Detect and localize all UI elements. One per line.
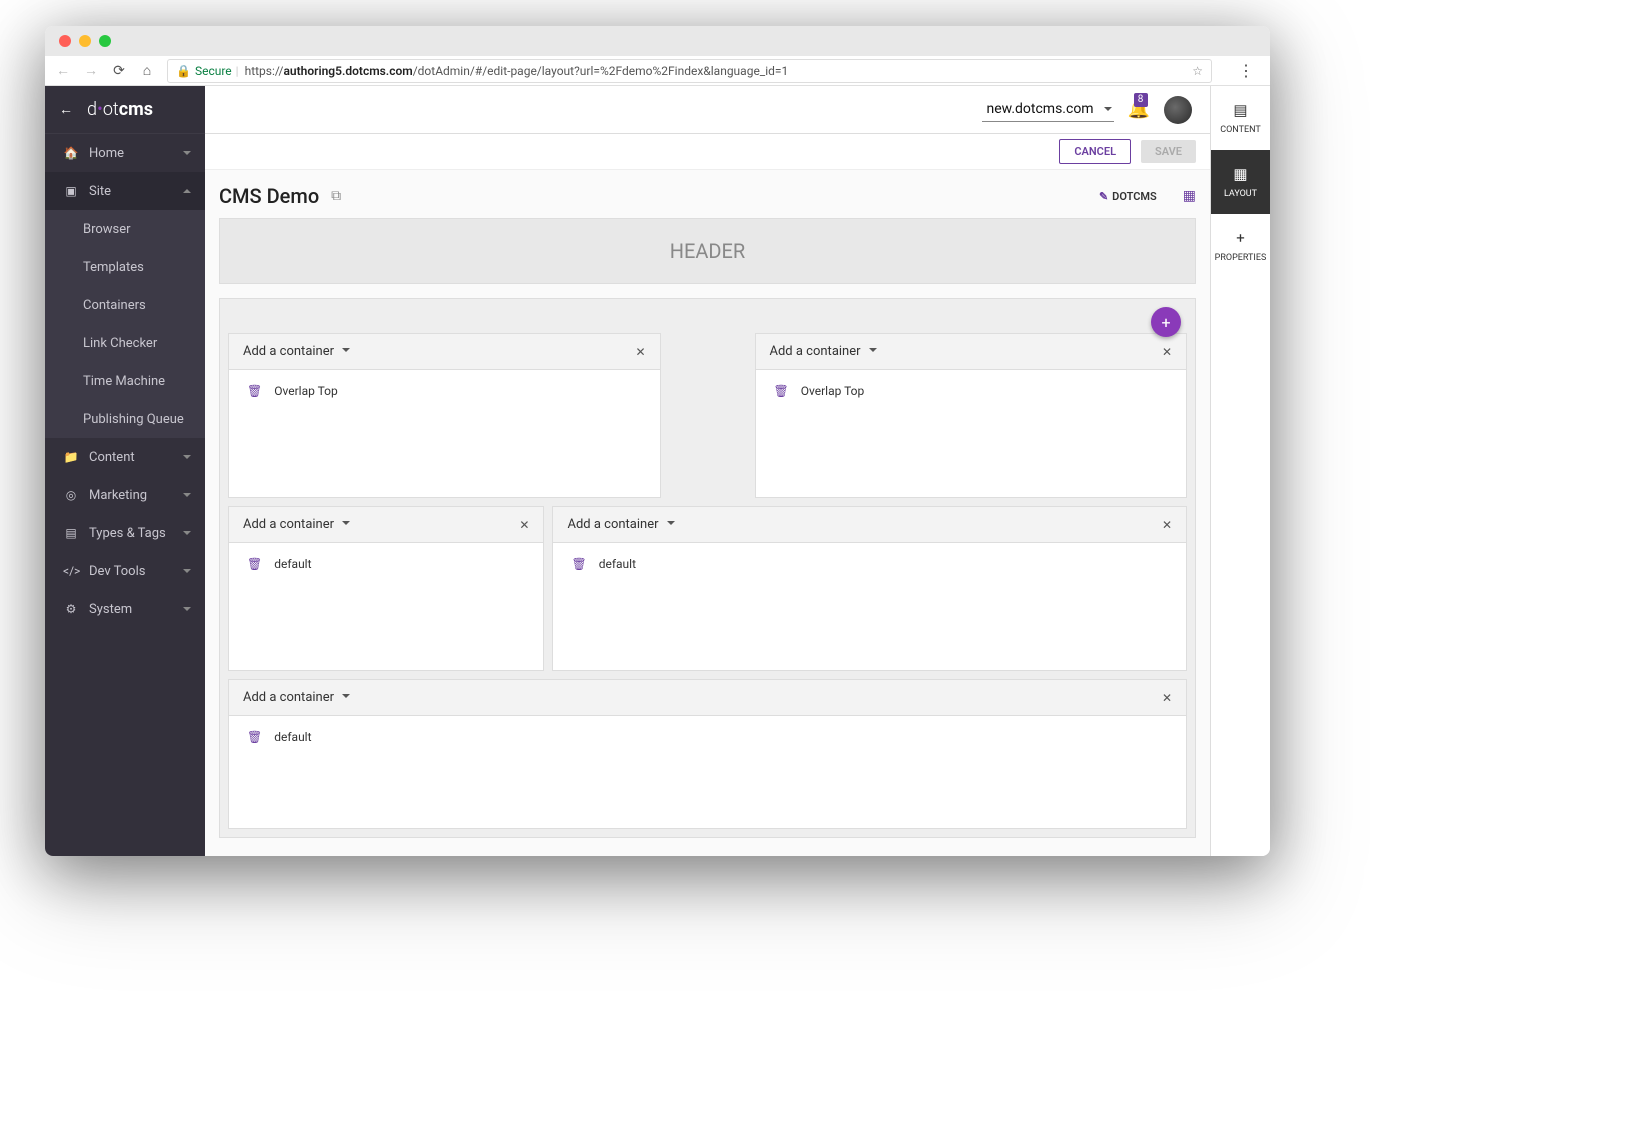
close-icon[interactable]: ✕ bbox=[1162, 518, 1172, 532]
home-icon[interactable]: ⌂ bbox=[139, 62, 155, 79]
sidebar-label: Types & Tags bbox=[89, 526, 166, 541]
sitemap-icon: ▣ bbox=[63, 184, 79, 198]
add-container-dropdown[interactable]: Add a container bbox=[243, 344, 350, 359]
content-item[interactable]: 🗑 Overlap Top bbox=[229, 370, 660, 412]
content-item[interactable]: 🗑 Overlap Top bbox=[756, 370, 1187, 412]
rail-layout[interactable]: ▦ LAYOUT bbox=[1211, 150, 1270, 214]
browser-toolbar: ← → ⟳ ⌂ 🔒 Secure | https://authoring5.do… bbox=[45, 56, 1270, 86]
reload-icon[interactable]: ⟳ bbox=[111, 63, 127, 79]
sidebar-item-home[interactable]: 🏠 Home bbox=[45, 134, 205, 172]
address-input[interactable]: 🔒 Secure | https://authoring5.dotcms.com… bbox=[167, 59, 1212, 83]
trash-icon[interactable]: 🗑 bbox=[247, 730, 262, 744]
code-icon: </> bbox=[63, 564, 79, 578]
sidebar-item-dev-tools[interactable]: </> Dev Tools bbox=[45, 552, 205, 590]
secure-label: Secure bbox=[195, 64, 232, 78]
sidebar-sub-containers[interactable]: Containers bbox=[45, 286, 205, 324]
sidebar-item-types-tags[interactable]: ▤ Types & Tags bbox=[45, 514, 205, 552]
sidebar-label: Content bbox=[89, 450, 135, 465]
sidebar-label: Home bbox=[89, 146, 124, 161]
browser-menu-icon[interactable]: ⋮ bbox=[1238, 61, 1254, 80]
copy-icon[interactable]: ⧉ bbox=[331, 188, 341, 204]
close-icon[interactable]: ✕ bbox=[1162, 691, 1172, 705]
content-item[interactable]: 🗑 default bbox=[229, 716, 1186, 758]
add-container-dropdown[interactable]: Add a container bbox=[243, 690, 350, 705]
trash-icon[interactable]: 🗑 bbox=[774, 384, 789, 398]
sidebar-label: Marketing bbox=[89, 488, 147, 503]
sidebar-header: ← d•otcms bbox=[45, 86, 205, 134]
avatar[interactable] bbox=[1164, 96, 1192, 124]
add-container-dropdown[interactable]: Add a container bbox=[567, 517, 674, 532]
close-icon[interactable]: ✕ bbox=[635, 345, 645, 359]
rail-content[interactable]: ▤ CONTENT bbox=[1211, 86, 1270, 150]
document-icon: ▤ bbox=[1233, 101, 1247, 119]
sidebar-item-site[interactable]: ▣ Site bbox=[45, 172, 205, 210]
sidebar-item-marketing[interactable]: ◎ Marketing bbox=[45, 476, 205, 514]
save-button: SAVE bbox=[1141, 140, 1196, 163]
back-icon[interactable]: ← bbox=[55, 62, 71, 79]
action-toolbar: CANCEL SAVE bbox=[205, 134, 1210, 170]
close-icon[interactable]: ✕ bbox=[1162, 345, 1172, 359]
pencil-icon: ✎ bbox=[1099, 190, 1108, 203]
layout-header-region: HEADER bbox=[219, 218, 1196, 284]
notification-badge: 8 bbox=[1134, 93, 1148, 107]
maximize-window-icon[interactable] bbox=[99, 35, 111, 47]
plus-icon: + bbox=[1236, 229, 1245, 247]
sidebar-item-system[interactable]: ⚙ System bbox=[45, 590, 205, 628]
sidebar-label: Site bbox=[89, 184, 111, 199]
content-item[interactable]: 🗑 default bbox=[229, 543, 543, 585]
add-container-dropdown[interactable]: Add a container bbox=[243, 517, 350, 532]
sidebar-sub-publishing-queue[interactable]: Publishing Queue bbox=[45, 400, 205, 438]
sidebar-sub-link-checker[interactable]: Link Checker bbox=[45, 324, 205, 362]
container-box[interactable]: Add a container ✕ 🗑 default bbox=[228, 506, 544, 671]
top-bar: new.dotcms.com 🔔8 bbox=[205, 86, 1210, 134]
close-icon[interactable]: ✕ bbox=[519, 518, 529, 532]
target-icon: ◎ bbox=[63, 488, 79, 502]
cancel-button[interactable]: CANCEL bbox=[1059, 139, 1131, 164]
grid-icon[interactable]: ▦ bbox=[1183, 188, 1196, 204]
home-icon: 🏠 bbox=[63, 146, 79, 160]
url-text: https://authoring5.dotcms.com/dotAdmin/#… bbox=[245, 64, 789, 78]
container-box[interactable]: Add a container ✕ 🗑 default bbox=[552, 506, 1187, 671]
trash-icon[interactable]: 🗑 bbox=[247, 557, 262, 571]
forward-icon[interactable]: → bbox=[83, 62, 99, 79]
trash-icon[interactable]: 🗑 bbox=[247, 384, 262, 398]
sidebar-label: System bbox=[89, 602, 132, 617]
layout-icon: ▦ bbox=[1233, 165, 1247, 183]
folder-icon: 📁 bbox=[63, 450, 79, 464]
sidebar-sub-browser[interactable]: Browser bbox=[45, 210, 205, 248]
tags-icon: ▤ bbox=[63, 526, 79, 540]
close-window-icon[interactable] bbox=[59, 35, 71, 47]
layout-canvas: + Add a container ✕ 🗑 Overlap Top bbox=[219, 298, 1196, 838]
sidebar-sub-time-machine[interactable]: Time Machine bbox=[45, 362, 205, 400]
lock-icon: 🔒 bbox=[176, 64, 191, 78]
notifications-icon[interactable]: 🔔8 bbox=[1128, 99, 1150, 120]
page-title: CMS Demo bbox=[219, 184, 319, 208]
trash-icon[interactable]: 🗑 bbox=[571, 557, 586, 571]
gear-icon: ⚙ bbox=[63, 602, 79, 616]
secure-badge: 🔒 Secure | bbox=[176, 64, 239, 78]
container-box[interactable]: Add a container ✕ 🗑 default bbox=[228, 679, 1187, 829]
minimize-window-icon[interactable] bbox=[79, 35, 91, 47]
container-box[interactable]: Add a container ✕ 🗑 Overlap Top bbox=[755, 333, 1188, 498]
template-link[interactable]: ✎ DOTCMS bbox=[1099, 190, 1157, 203]
container-box[interactable]: Add a container ✕ 🗑 Overlap Top bbox=[228, 333, 661, 498]
logo: d•otcms bbox=[87, 99, 153, 120]
right-rail: ▤ CONTENT ▦ LAYOUT + PROPERTIES bbox=[1210, 86, 1270, 856]
sidebar-item-content[interactable]: 📁 Content bbox=[45, 438, 205, 476]
window-controls bbox=[45, 26, 1270, 56]
main-content: new.dotcms.com 🔔8 CANCEL SAVE CMS Demo ⧉… bbox=[205, 86, 1210, 856]
page-title-row: CMS Demo ⧉ ✎ DOTCMS ▦ bbox=[219, 184, 1196, 208]
bookmark-star-icon[interactable]: ☆ bbox=[1192, 64, 1203, 78]
browser-window: ← → ⟳ ⌂ 🔒 Secure | https://authoring5.do… bbox=[45, 26, 1270, 856]
content-item[interactable]: 🗑 default bbox=[553, 543, 1186, 585]
add-container-dropdown[interactable]: Add a container bbox=[770, 344, 877, 359]
sidebar-label: Dev Tools bbox=[89, 564, 145, 579]
add-row-button[interactable]: + bbox=[1151, 307, 1181, 337]
rail-properties[interactable]: + PROPERTIES bbox=[1211, 214, 1270, 278]
sidebar: ← d•otcms 🏠 Home ▣ Site Browser Template… bbox=[45, 86, 205, 856]
sidebar-back-icon[interactable]: ← bbox=[59, 101, 73, 118]
sidebar-sub-templates[interactable]: Templates bbox=[45, 248, 205, 286]
site-selector[interactable]: new.dotcms.com bbox=[982, 97, 1113, 122]
